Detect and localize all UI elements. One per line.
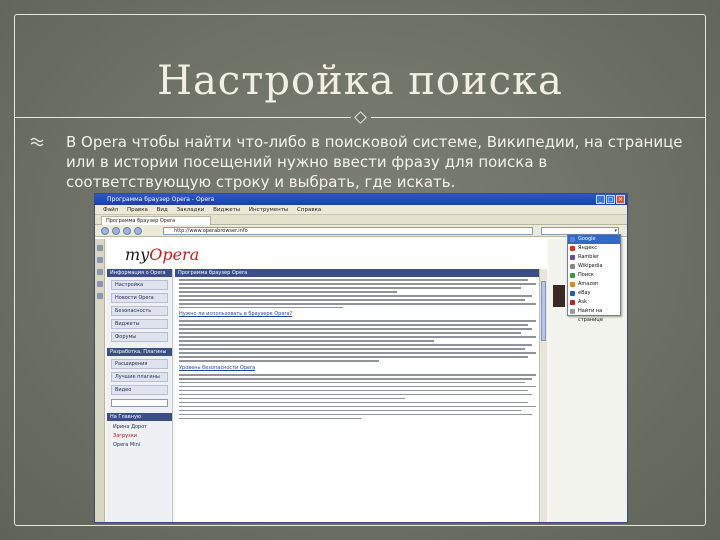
rambler-icon (570, 255, 575, 260)
panel-history-icon[interactable] (97, 293, 103, 299)
menu-bar: Файл Правка Вид Закладки Виджеты Инструм… (95, 205, 627, 215)
article-paragraph (179, 344, 543, 362)
maximize-icon[interactable]: □ (606, 195, 615, 204)
left-link[interactable]: Opera Mini (113, 442, 168, 448)
menu-file[interactable]: Файл (103, 207, 118, 213)
search-icon (570, 273, 575, 278)
amazon-icon (570, 282, 575, 287)
window-title: Программа браузер Opera - Opera (107, 196, 215, 203)
page-content: myOpera Информация о Opera Настройка Нов… (95, 239, 627, 522)
right-panel-thumbnail (553, 285, 565, 307)
dropdown-item[interactable]: Найти на странице (568, 307, 620, 323)
site-header: myOpera (107, 239, 547, 269)
panel-mail-icon[interactable] (97, 257, 103, 263)
article-subheading[interactable]: Уровень безопасности Opera (179, 365, 547, 372)
site-logo[interactable]: myOpera (125, 245, 199, 264)
article-paragraph (179, 373, 543, 400)
dropdown-item[interactable]: Ask (568, 298, 620, 307)
ask-icon (570, 300, 575, 305)
dropdown-item[interactable]: eBay (568, 289, 620, 298)
left-nav-item[interactable]: Лучшие плагины (111, 372, 168, 382)
wikipedia-icon (570, 264, 575, 269)
left-nav-item[interactable]: Видео (111, 385, 168, 395)
left-nav-header: Информация о Opera (107, 269, 172, 277)
article-paragraph (179, 294, 543, 309)
article-subheading[interactable]: Нужно ли использовать в браузере Opera? (179, 311, 547, 318)
panel-transfers-icon[interactable] (97, 281, 103, 287)
divider-diamond-icon (354, 111, 367, 124)
menu-bookmarks[interactable]: Закладки (177, 207, 205, 213)
site-left-nav: Информация о Opera Настройка Новости Ope… (107, 269, 173, 522)
logo-prefix: my (125, 245, 150, 264)
tab-active[interactable]: Программа браузер Opera (101, 216, 211, 225)
nav-buttons (101, 227, 142, 235)
divider-line-right (371, 117, 706, 118)
address-bar-row: http://www.operabrowser.info ▾ (95, 225, 627, 237)
opera-side-panel (95, 239, 105, 522)
left-nav-item[interactable]: Расширения (111, 359, 168, 369)
left-link[interactable]: Загрузки (113, 433, 168, 439)
menu-help[interactable]: Справка (297, 207, 321, 213)
back-icon[interactable] (101, 227, 109, 235)
site-article: Программа браузер Opera Нужно ли использ… (175, 269, 547, 522)
left-nav-item[interactable]: Новости Opera (111, 293, 168, 303)
menu-tools[interactable]: Инструменты (249, 207, 288, 213)
window-titlebar: Программа браузер Opera - Opera _ □ × (95, 194, 627, 205)
article-paragraph (179, 320, 543, 342)
menu-view[interactable]: Вид (157, 207, 168, 213)
window-controls: _ □ × (596, 195, 625, 204)
article-paragraph (179, 401, 543, 420)
dropdown-item[interactable]: Яндекс (568, 244, 620, 253)
left-nav-item[interactable]: Настройка (111, 280, 168, 290)
dropdown-item[interactable]: Wikipedia (568, 262, 620, 271)
dropdown-item[interactable]: Google (568, 235, 620, 244)
dropdown-item[interactable]: Поиск (568, 271, 620, 280)
yandex-icon (570, 246, 575, 251)
address-input[interactable]: http://www.operabrowser.info (163, 227, 533, 235)
menu-widgets[interactable]: Виджеты (213, 207, 240, 213)
dropdown-item[interactable]: Amazon (568, 280, 620, 289)
article-header: Программа браузер Opera (175, 269, 547, 277)
minimize-icon[interactable]: _ (596, 195, 605, 204)
forward-icon[interactable] (112, 227, 120, 235)
tab-bar: Программа браузер Opera (95, 215, 627, 225)
find-in-page-icon (570, 309, 575, 314)
left-nav-item[interactable]: Форумы (111, 332, 168, 342)
menu-edit[interactable]: Правка (127, 207, 148, 213)
bullet-text: В Opera чтобы найти что-либо в поисковой… (66, 133, 683, 191)
left-nav-header-2: Разработка, Плагины (107, 348, 172, 356)
google-icon (570, 237, 575, 242)
left-nav-header-3: На Главную (107, 413, 172, 421)
slide-title: Настройка поиска (157, 58, 563, 104)
left-link[interactable]: Ирина Дорот (113, 424, 168, 430)
panel-bookmarks-icon[interactable] (97, 245, 103, 251)
logo-brand: Opera (149, 245, 200, 264)
browser-screenshot: Программа браузер Opera - Opera _ □ × Фа… (94, 193, 628, 523)
title-divider (14, 111, 706, 124)
search-engine-dropdown: Google Яндекс Rambler Wikipedia Поиск Am… (567, 234, 621, 323)
close-icon[interactable]: × (616, 195, 625, 204)
dropdown-item[interactable]: Rambler (568, 253, 620, 262)
slide: Настройка поиска В Opera чтобы найти что… (0, 0, 720, 540)
page-scrollbar[interactable] (539, 269, 547, 522)
left-search-input[interactable] (111, 399, 168, 407)
home-icon[interactable] (134, 227, 142, 235)
left-nav-item[interactable]: Безопасность (111, 306, 168, 316)
divider-line-left (14, 117, 351, 118)
left-nav-item[interactable]: Виджеты (111, 319, 168, 329)
article-paragraph (179, 279, 543, 293)
bullet-wave-icon (30, 137, 44, 147)
scrollbar-thumb[interactable] (541, 281, 546, 341)
ebay-icon (570, 291, 575, 296)
panel-notes-icon[interactable] (97, 269, 103, 275)
reload-icon[interactable] (123, 227, 131, 235)
